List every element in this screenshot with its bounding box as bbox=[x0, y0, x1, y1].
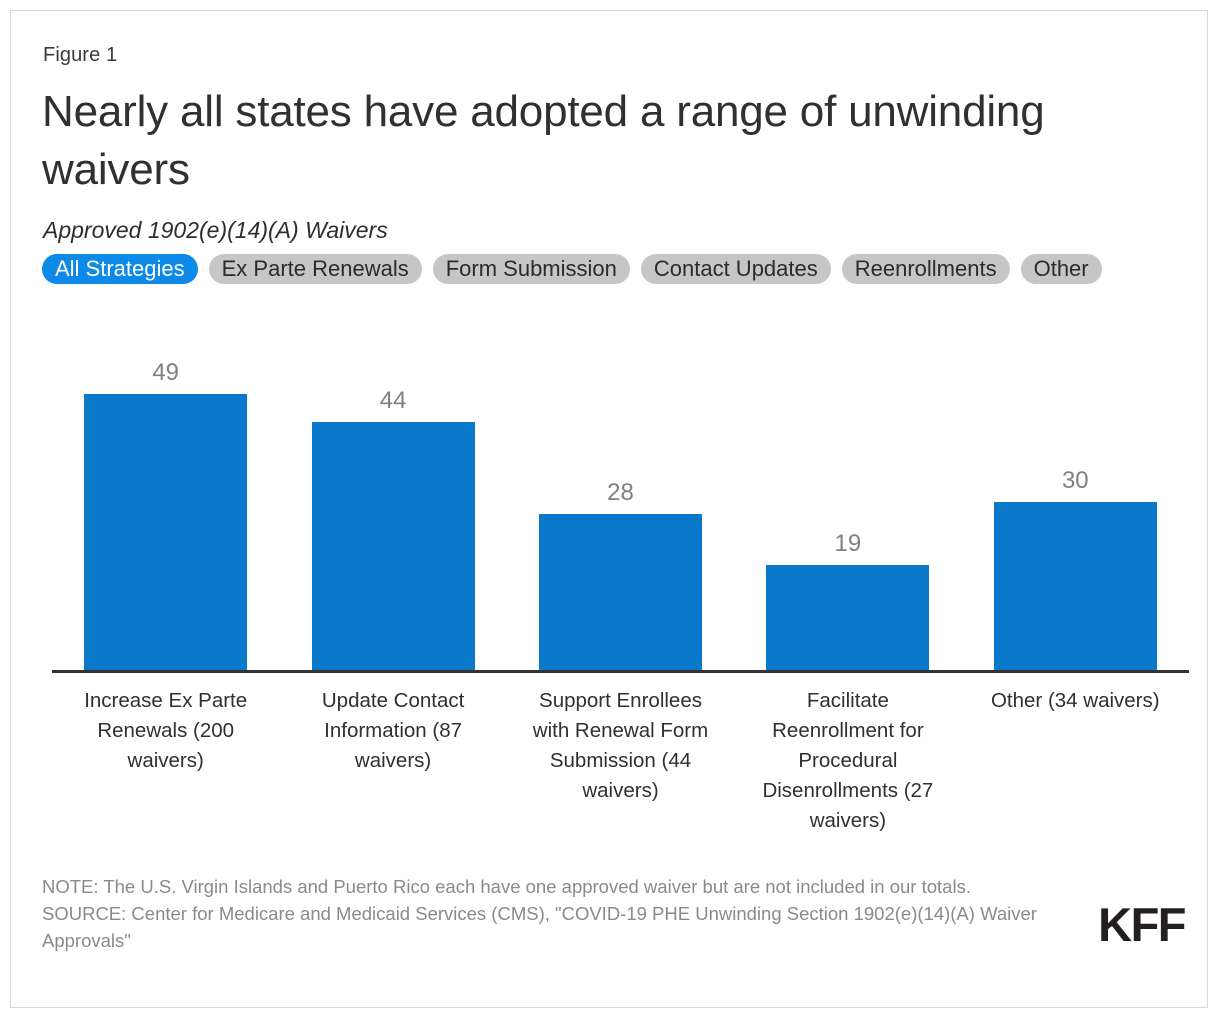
bar[interactable] bbox=[84, 394, 248, 673]
bar-value-label: 49 bbox=[152, 359, 180, 386]
strategy-pill-all-strategies[interactable]: All Strategies bbox=[42, 254, 198, 284]
bar-group: 19 bbox=[766, 341, 930, 673]
x-axis-label: Increase Ex Parte Renewals (200 waivers) bbox=[84, 689, 248, 772]
figure-number: Figure 1 bbox=[43, 44, 118, 66]
strategy-filter-group: All Strategies Ex Parte Renewals Form Subm… bbox=[42, 254, 1162, 284]
x-axis-labels: Increase Ex Parte Renewals (200 waivers)… bbox=[52, 686, 1189, 851]
bar-group: 28 bbox=[539, 341, 702, 673]
strategy-pill-reenrollments[interactable]: Reenrollments bbox=[841, 254, 1010, 284]
x-axis-label: Update Contact Information (87 waivers) bbox=[321, 689, 465, 772]
x-axis-label: Facilitate Reenrollment for Procedural D… bbox=[762, 689, 934, 832]
bar[interactable] bbox=[311, 422, 475, 673]
x-axis-line bbox=[52, 670, 1189, 673]
footnote-source: SOURCE: Center for Medicare and Medicaid… bbox=[42, 903, 1037, 951]
strategy-pill-contact-updates[interactable]: Contact Updates bbox=[640, 254, 831, 284]
bar-group: 44 bbox=[311, 341, 475, 673]
bar[interactable] bbox=[539, 513, 702, 673]
strategy-pill-other[interactable]: Other bbox=[1020, 254, 1102, 284]
bar-value-label: 19 bbox=[834, 529, 862, 557]
x-axis-label: Support Enrollees with Renewal Form Subm… bbox=[532, 689, 709, 802]
chart-plot-area: 49 44 28 19 30 bbox=[52, 341, 1189, 673]
strategy-pill-form-submission[interactable]: Form Submission bbox=[432, 254, 630, 284]
bar-group: 30 bbox=[993, 341, 1157, 673]
footnote-block: NOTE: The U.S. Virgin Islands and Puerto… bbox=[42, 873, 1052, 954]
page-title: Nearly all states have adopted a range o… bbox=[42, 87, 1045, 194]
bar-value-label: 44 bbox=[379, 387, 407, 415]
figure-frame: Figure 1 Nearly all states have adopted … bbox=[10, 10, 1208, 1008]
strategy-pill-ex-parte-renewals[interactable]: Ex Parte Renewals bbox=[208, 254, 422, 284]
footnote-note: NOTE: The U.S. Virgin Islands and Puerto… bbox=[42, 876, 971, 897]
x-axis-label: Other (34 waivers) bbox=[990, 689, 1160, 712]
kff-logo: KFF bbox=[1098, 898, 1186, 951]
bar-value-label: 28 bbox=[607, 478, 634, 506]
bar-value-label: 30 bbox=[1061, 467, 1089, 495]
bar[interactable] bbox=[993, 502, 1157, 673]
bar-group: 49 bbox=[84, 341, 248, 673]
chart-subtitle: Approved 1902(e)(14)(A) Waivers bbox=[43, 217, 388, 243]
bar[interactable] bbox=[766, 564, 930, 673]
